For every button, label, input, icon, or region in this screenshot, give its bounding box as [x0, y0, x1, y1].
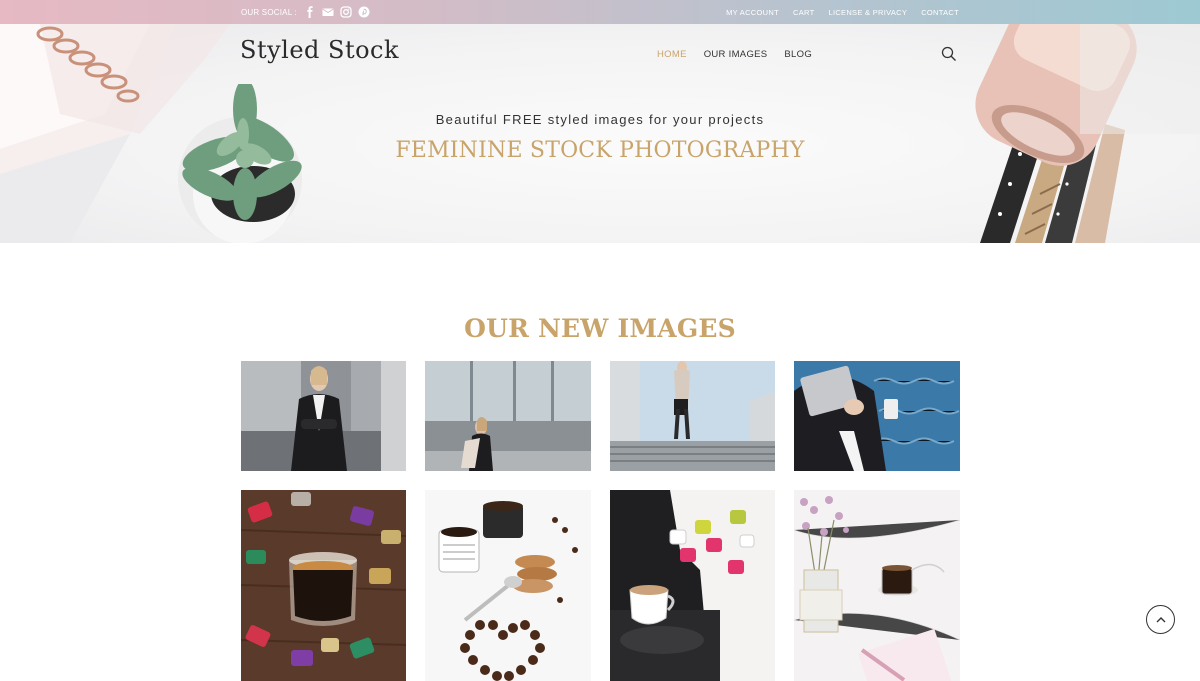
social-links: OUR SOCIAL : — [241, 0, 370, 24]
facebook-icon[interactable] — [304, 6, 316, 18]
image-tile-5[interactable] — [241, 490, 406, 681]
image-tile-7[interactable] — [610, 490, 775, 681]
social-label: OUR SOCIAL : — [241, 7, 297, 17]
image-tile-3[interactable] — [610, 361, 775, 471]
image-tile-2[interactable] — [425, 361, 591, 471]
cart-link[interactable]: CART — [793, 8, 814, 17]
pens-bottle-image — [975, 24, 1200, 243]
account-links: MY ACCOUNT CART LICENSE & PRIVACY CONTAC… — [726, 0, 959, 24]
instagram-icon[interactable] — [340, 6, 352, 18]
nav-blog[interactable]: BLOG — [784, 49, 812, 60]
search-icon[interactable] — [941, 46, 957, 62]
site-logo[interactable]: Styled Stock — [240, 36, 399, 64]
email-icon[interactable] — [322, 6, 334, 18]
license-privacy-link[interactable]: LICENSE & PRIVACY — [828, 8, 907, 17]
nav-our-images[interactable]: OUR IMAGES — [704, 49, 768, 60]
my-account-link[interactable]: MY ACCOUNT — [726, 8, 779, 17]
hero-title: FEMININE STOCK PHOTOGRAPHY — [395, 138, 805, 163]
image-tile-6[interactable] — [425, 490, 591, 681]
section-title: OUR NEW IMAGES — [464, 314, 736, 343]
hero-banner: Styled Stock HOME OUR IMAGES BLOG Beauti… — [0, 24, 1200, 243]
pinterest-icon[interactable] — [358, 6, 370, 18]
image-tile-1[interactable] — [241, 361, 406, 471]
hero-tagline: Beautiful FREE styled images for your pr… — [435, 112, 765, 127]
succulent-image — [178, 84, 302, 243]
scroll-to-top-button[interactable] — [1146, 605, 1175, 634]
image-tile-8[interactable] — [794, 490, 960, 681]
main-nav: HOME OUR IMAGES BLOG — [657, 49, 812, 60]
top-bar: OUR SOCIAL : MY ACCOUNT CART LICENSE & P… — [0, 0, 1200, 24]
contact-link[interactable]: CONTACT — [921, 8, 959, 17]
chevron-up-icon — [1154, 613, 1168, 627]
image-tile-4[interactable] — [794, 361, 960, 471]
nav-home[interactable]: HOME — [657, 49, 687, 60]
